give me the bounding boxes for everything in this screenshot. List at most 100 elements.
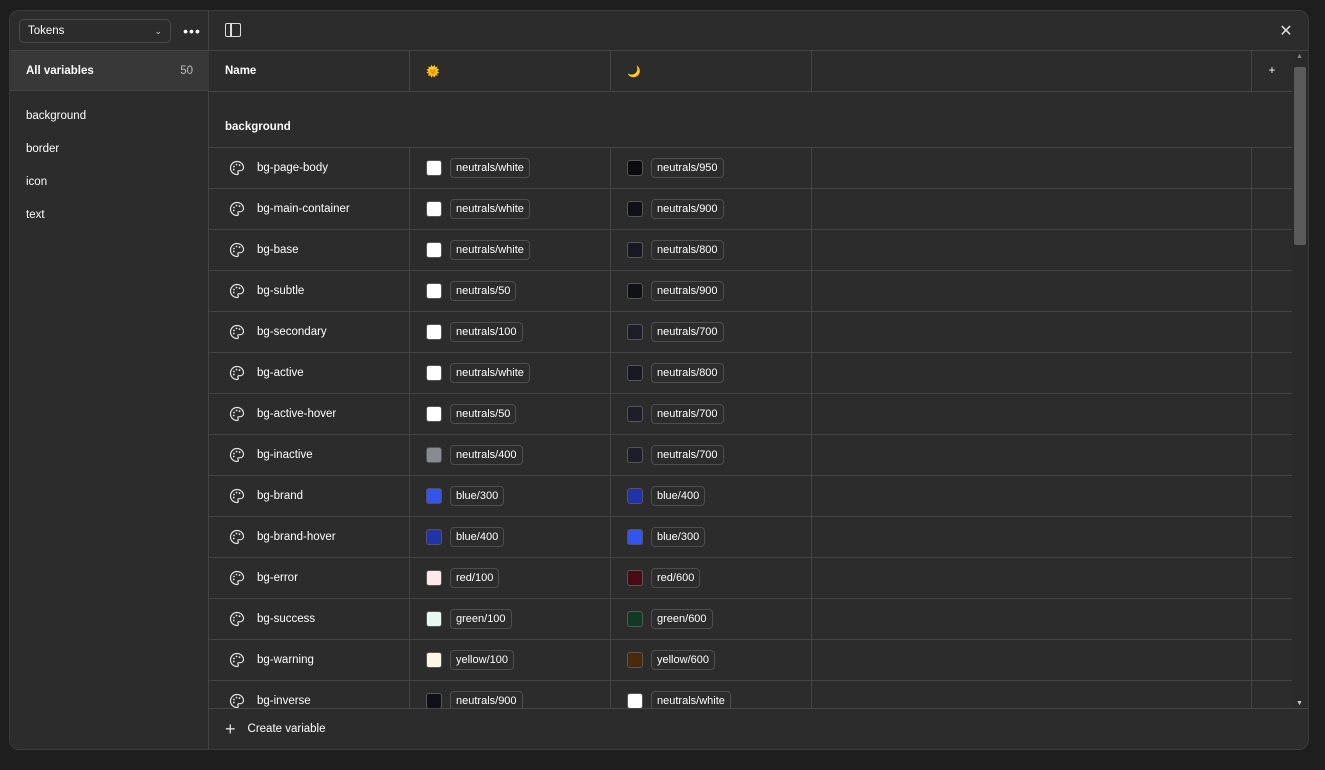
- dark-value-cell[interactable]: green/600: [611, 599, 812, 639]
- alias-pill[interactable]: neutrals/white: [450, 363, 530, 383]
- sidebar-item-border[interactable]: border: [10, 132, 209, 165]
- alias-pill[interactable]: green/100: [450, 609, 512, 629]
- alias-pill[interactable]: neutrals/50: [450, 281, 517, 301]
- table-row[interactable]: bg-active neutrals/white neutrals/800: [209, 353, 1292, 394]
- light-value-cell[interactable]: neutrals/50: [410, 394, 611, 434]
- table-row[interactable]: bg-page-body neutrals/white neutrals/950: [209, 148, 1292, 189]
- alias-pill[interactable]: neutrals/900: [450, 691, 523, 709]
- alias-pill[interactable]: neutrals/700: [651, 404, 724, 424]
- light-value-cell[interactable]: neutrals/100: [410, 312, 611, 352]
- variable-name-cell[interactable]: bg-base: [209, 230, 410, 270]
- table-row[interactable]: bg-subtle neutrals/50 neutrals/900: [209, 271, 1292, 312]
- alias-pill[interactable]: neutrals/800: [651, 363, 724, 383]
- table-row[interactable]: bg-brand blue/300 blue/400: [209, 476, 1292, 517]
- light-value-cell[interactable]: neutrals/900: [410, 681, 611, 709]
- alias-pill[interactable]: neutrals/white: [450, 158, 530, 178]
- alias-pill[interactable]: blue/400: [651, 486, 706, 506]
- scroll-up-icon[interactable]: ▲: [1296, 53, 1303, 60]
- dark-value-cell[interactable]: neutrals/700: [611, 312, 812, 352]
- table-row[interactable]: bg-inverse neutrals/900 neutrals/white: [209, 681, 1292, 709]
- table-row[interactable]: bg-warning yellow/100 yellow/600: [209, 640, 1292, 681]
- sidebar-toggle-icon[interactable]: [225, 23, 241, 37]
- dark-value-cell[interactable]: neutrals/950: [611, 148, 812, 188]
- variable-name-cell[interactable]: bg-error: [209, 558, 410, 598]
- variable-name-cell[interactable]: bg-subtle: [209, 271, 410, 311]
- table-row[interactable]: bg-base neutrals/white neutrals/800: [209, 230, 1292, 271]
- dark-value-cell[interactable]: neutrals/900: [611, 271, 812, 311]
- alias-pill[interactable]: neutrals/700: [651, 322, 724, 342]
- dark-value-cell[interactable]: neutrals/700: [611, 435, 812, 475]
- alias-pill[interactable]: neutrals/white: [450, 199, 530, 219]
- variable-name-cell[interactable]: bg-main-container: [209, 189, 410, 229]
- scroll-thumb[interactable]: [1294, 67, 1306, 245]
- light-value-cell[interactable]: blue/300: [410, 476, 611, 516]
- alias-pill[interactable]: blue/300: [651, 527, 706, 547]
- variable-name-cell[interactable]: bg-active-hover: [209, 394, 410, 434]
- variable-name-cell[interactable]: bg-active: [209, 353, 410, 393]
- table-row[interactable]: bg-success green/100 green/600: [209, 599, 1292, 640]
- alias-pill[interactable]: yellow/600: [651, 650, 715, 670]
- dark-value-cell[interactable]: blue/300: [611, 517, 812, 557]
- variable-name-cell[interactable]: bg-inactive: [209, 435, 410, 475]
- table-row[interactable]: bg-brand-hover blue/400 blue/300: [209, 517, 1292, 558]
- alias-pill[interactable]: neutrals/white: [651, 691, 731, 709]
- alias-pill[interactable]: yellow/100: [450, 650, 514, 670]
- dark-value-cell[interactable]: neutrals/white: [611, 681, 812, 709]
- light-value-cell[interactable]: neutrals/white: [410, 189, 611, 229]
- create-variable-button[interactable]: Create variable: [248, 723, 326, 735]
- table-row[interactable]: bg-error red/100 red/600: [209, 558, 1292, 599]
- alias-pill[interactable]: red/100: [450, 568, 500, 588]
- alias-pill[interactable]: neutrals/700: [651, 445, 724, 465]
- vertical-scrollbar[interactable]: ▲ ▼: [1292, 51, 1308, 709]
- light-value-cell[interactable]: neutrals/400: [410, 435, 611, 475]
- table-row[interactable]: bg-secondary neutrals/100 neutrals/700: [209, 312, 1292, 353]
- plus-icon[interactable]: +: [225, 719, 236, 740]
- light-value-cell[interactable]: neutrals/50: [410, 271, 611, 311]
- light-value-cell[interactable]: red/100: [410, 558, 611, 598]
- light-value-cell[interactable]: neutrals/white: [410, 230, 611, 270]
- variable-name-cell[interactable]: bg-success: [209, 599, 410, 639]
- close-icon[interactable]: ✕: [1276, 21, 1296, 41]
- alias-pill[interactable]: blue/400: [450, 527, 505, 547]
- dark-value-cell[interactable]: neutrals/800: [611, 353, 812, 393]
- variable-name-cell[interactable]: bg-secondary: [209, 312, 410, 352]
- variable-name-cell[interactable]: bg-page-body: [209, 148, 410, 188]
- alias-pill[interactable]: neutrals/white: [450, 240, 530, 260]
- alias-pill[interactable]: green/600: [651, 609, 713, 629]
- variable-name-cell[interactable]: bg-brand: [209, 476, 410, 516]
- dark-value-cell[interactable]: blue/400: [611, 476, 812, 516]
- light-value-cell[interactable]: neutrals/white: [410, 148, 611, 188]
- variable-name-cell[interactable]: bg-inverse: [209, 681, 410, 709]
- alias-pill[interactable]: neutrals/50: [450, 404, 517, 424]
- variable-name-cell[interactable]: bg-warning: [209, 640, 410, 680]
- column-header-light-mode[interactable]: 🌞: [410, 51, 611, 91]
- alias-pill[interactable]: neutrals/950: [651, 158, 724, 178]
- sidebar-item-icon[interactable]: icon: [10, 165, 209, 198]
- column-header-dark-mode[interactable]: 🌙: [611, 51, 812, 91]
- table-row[interactable]: bg-inactive neutrals/400 neutrals/700: [209, 435, 1292, 476]
- light-value-cell[interactable]: green/100: [410, 599, 611, 639]
- dark-value-cell[interactable]: red/600: [611, 558, 812, 598]
- sidebar-item-text[interactable]: text: [10, 198, 209, 231]
- add-mode-icon[interactable]: +: [1252, 51, 1292, 91]
- dark-value-cell[interactable]: yellow/600: [611, 640, 812, 680]
- light-value-cell[interactable]: blue/400: [410, 517, 611, 557]
- alias-pill[interactable]: neutrals/400: [450, 445, 523, 465]
- light-value-cell[interactable]: neutrals/white: [410, 353, 611, 393]
- scroll-down-icon[interactable]: ▼: [1296, 700, 1303, 707]
- all-variables-item[interactable]: All variables 50: [10, 51, 209, 91]
- alias-pill[interactable]: blue/300: [450, 486, 505, 506]
- table-row[interactable]: bg-main-container neutrals/white neutrals/…: [209, 189, 1292, 230]
- dark-value-cell[interactable]: neutrals/700: [611, 394, 812, 434]
- collection-dropdown[interactable]: Tokens ⌄: [19, 19, 171, 43]
- alias-pill[interactable]: neutrals/900: [651, 281, 724, 301]
- table-row[interactable]: bg-active-hover neutrals/50 neutrals/700: [209, 394, 1292, 435]
- alias-pill[interactable]: neutrals/100: [450, 322, 523, 342]
- more-options-icon[interactable]: •••: [180, 19, 204, 43]
- alias-pill[interactable]: neutrals/900: [651, 199, 724, 219]
- alias-pill[interactable]: red/600: [651, 568, 701, 588]
- alias-pill[interactable]: neutrals/800: [651, 240, 724, 260]
- sidebar-item-background[interactable]: background: [10, 99, 209, 132]
- dark-value-cell[interactable]: neutrals/800: [611, 230, 812, 270]
- light-value-cell[interactable]: yellow/100: [410, 640, 611, 680]
